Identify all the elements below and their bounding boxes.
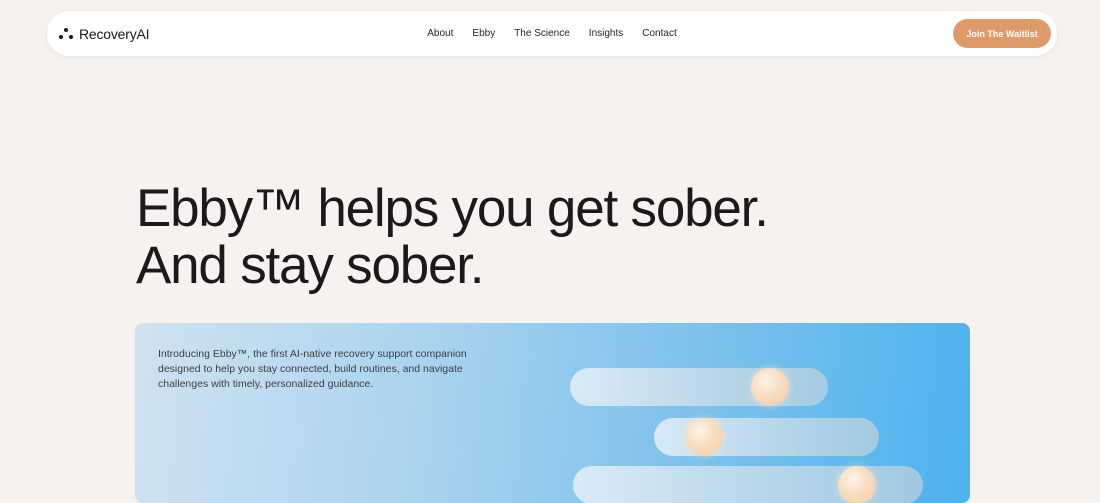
nav-links: About Ebby The Science Insights Contact (47, 11, 1057, 56)
decorative-pill-1 (570, 368, 828, 406)
decorative-pill-2 (654, 418, 879, 456)
hero-title: Ebby™ helps you get sober. And stay sobe… (136, 179, 769, 295)
nav-link-the-science[interactable]: The Science (514, 28, 570, 39)
hero-card: Introducing Ebby™, the first AI-native r… (135, 323, 970, 503)
decorative-orb (685, 418, 723, 456)
hero-description: Introducing Ebby™, the first AI-native r… (158, 348, 467, 390)
nav-link-ebby[interactable]: Ebby (472, 28, 495, 39)
nav-link-about[interactable]: About (427, 28, 453, 39)
decorative-pill-3 (573, 466, 923, 503)
nav-link-contact[interactable]: Contact (642, 28, 676, 39)
decorative-orb (751, 368, 789, 406)
hero-title-line-2: And stay sober. (136, 236, 485, 295)
nav-link-insights[interactable]: Insights (589, 28, 623, 39)
hero-title-line-1: Ebby™ helps you get sober. (136, 179, 769, 238)
top-navbar: RecoveryAI About Ebby The Science Insigh… (47, 11, 1057, 56)
join-waitlist-button[interactable]: Join The Waitlist (953, 19, 1051, 48)
decorative-orb (838, 466, 876, 503)
